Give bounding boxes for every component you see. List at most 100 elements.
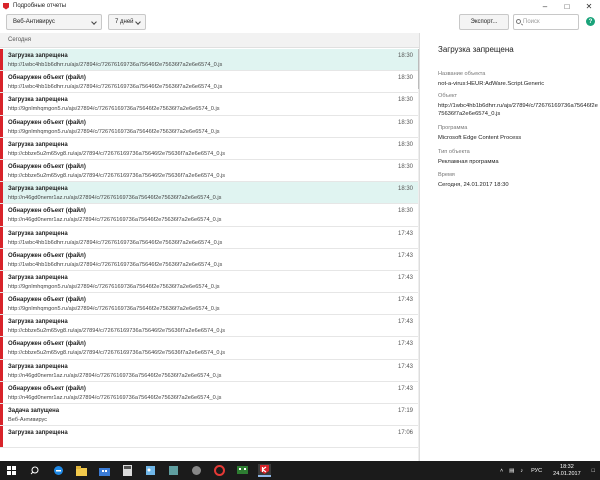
- event-title: Загрузка запрещена: [8, 186, 68, 193]
- event-row[interactable]: Обнаружен объект (файл) http://n46gd0nemr…: [0, 204, 419, 227]
- kaspersky-icon[interactable]: [258, 464, 271, 477]
- detail-field-object-name: Название объекта not-a-virus:HEUR:AdWare…: [438, 71, 598, 88]
- search-input[interactable]: Поиск: [513, 14, 579, 30]
- event-time: 18:30: [397, 208, 413, 215]
- event-title: Загрузка запрещена: [8, 319, 68, 326]
- severity-indicator: [0, 137, 3, 159]
- event-time: 18:30: [397, 163, 413, 170]
- store-icon[interactable]: [98, 464, 111, 477]
- event-title: Обнаружен объект (файл): [8, 252, 86, 259]
- search-icon[interactable]: [28, 464, 41, 477]
- event-time: 17:43: [397, 230, 413, 237]
- event-detail: http://1wbc4hb1b6dhrr.ru/ajs/27894/c/726…: [8, 62, 223, 68]
- event-row[interactable]: Обнаружен объект (файл) http://1wbc4hb1b6…: [0, 71, 419, 94]
- windows-start-icon[interactable]: [7, 466, 16, 475]
- maximize-button[interactable]: □: [556, 0, 578, 12]
- event-time: 18:30: [397, 119, 413, 126]
- opera-icon[interactable]: [213, 464, 226, 477]
- title-bar: Подробные отчеты – □ ✕: [0, 0, 600, 12]
- scrollbar-thumb[interactable]: [418, 49, 419, 89]
- event-detail: Веб-Антивирус: [8, 417, 48, 423]
- event-detail: http://cbbze5u2m65vg8.ru/ajs/27894/c/726…: [8, 350, 226, 357]
- tray-chevron-icon[interactable]: ˄: [500, 468, 503, 474]
- close-button[interactable]: ✕: [578, 0, 600, 12]
- event-row[interactable]: Загрузка запрещена http://cbbze5u2m65vg8.…: [0, 315, 419, 338]
- event-row[interactable]: Загрузка запрещена http://1wbc4hb1b6dhrr.…: [0, 49, 419, 72]
- edge-icon[interactable]: [52, 464, 65, 477]
- event-row[interactable]: Загрузка запрещена http://1wbc4hb1b6dhrr.…: [0, 226, 419, 249]
- event-title: Обнаружен объект (файл): [8, 75, 86, 82]
- tool-icon[interactable]: [190, 464, 203, 477]
- event-time: 17:06: [397, 430, 413, 437]
- event-row[interactable]: Обнаружен объект (файл) http://1wbc4hb1b6…: [0, 248, 419, 271]
- severity-indicator: [0, 359, 3, 381]
- severity-indicator: [0, 159, 3, 182]
- event-row[interactable]: Загрузка запрещена http://cbbze5u2m65vg8.…: [0, 137, 419, 160]
- field-value: Microsoft Edge Content Process: [438, 135, 522, 141]
- field-label: Название объекта: [438, 71, 486, 77]
- event-title: Обнаружен объект (файл): [8, 119, 86, 126]
- explorer-icon[interactable]: [75, 464, 88, 477]
- event-row[interactable]: Обнаружен объект (файл) http://cbbze5u2m6…: [0, 159, 419, 183]
- event-title: Обнаружен объект (файл): [8, 297, 86, 304]
- event-row[interactable]: Загрузка запрещена http://n46gd0nemr1az.r…: [0, 182, 419, 205]
- event-time: 18:30: [397, 53, 413, 59]
- severity-indicator: [0, 270, 3, 293]
- event-detail: http://cbbze5u2m65vg8.ru/ajs/27894/c/726…: [8, 150, 226, 157]
- field-label: Программа: [438, 125, 468, 131]
- monitor-app-icon[interactable]: [236, 464, 249, 477]
- calculator-icon[interactable]: [121, 464, 134, 477]
- field-label: Время: [438, 172, 455, 178]
- severity-indicator: [0, 248, 3, 270]
- event-time: 17:43: [397, 385, 413, 392]
- event-time: 17:19: [397, 408, 413, 414]
- language-indicator[interactable]: РУС: [531, 468, 542, 474]
- event-title: Задача запущена: [8, 408, 60, 414]
- component-filter-dropdown[interactable]: Веб-Антивирус: [6, 14, 102, 30]
- event-row[interactable]: Загрузка запрещена http://9gnlmhqmgon5.ru…: [0, 93, 419, 116]
- event-title: Загрузка запрещена: [8, 230, 68, 237]
- scrollbar[interactable]: [418, 49, 419, 461]
- period-filter-dropdown[interactable]: 7 дней: [108, 14, 146, 30]
- event-time: 18:30: [397, 75, 413, 82]
- event-title: Обнаружен объект (файл): [8, 341, 86, 348]
- paint-icon[interactable]: [144, 464, 157, 477]
- event-time: 17:43: [397, 363, 413, 370]
- event-title: Обнаружен объект (файл): [8, 163, 86, 170]
- event-row[interactable]: Загрузка запрещена 17:06: [0, 426, 419, 449]
- clock[interactable]: 18:32 24.01.2017: [553, 464, 581, 478]
- event-time: 17:43: [397, 341, 413, 348]
- event-row[interactable]: Обнаружен объект (файл) http://n46gd0nemr…: [0, 381, 419, 404]
- event-detail: http://n46gd0nemr1az.ru/ajs/27894/c/7267…: [8, 394, 222, 401]
- event-row[interactable]: Обнаружен объект (файл) http://9gnlmhqmgo…: [0, 115, 419, 138]
- notifications-icon[interactable]: □: [592, 468, 595, 474]
- event-detail: http://cbbze5u2m65vg8.ru/ajs/27894/c/726…: [8, 328, 226, 335]
- event-row[interactable]: Загрузка запрещена http://9gnlmhqmgon5.ru…: [0, 270, 419, 294]
- detail-heading: Загрузка запрещена: [438, 45, 514, 54]
- detail-field-program: Программа Microsoft Edge Content Process: [438, 125, 598, 142]
- event-title: Обнаружен объект (файл): [8, 208, 86, 215]
- network-icon[interactable]: ▤: [509, 468, 514, 474]
- detail-field-object: Объект http://1wbc4hb1b6dhrr.ru/ajs/2789…: [438, 93, 598, 118]
- event-row[interactable]: Задача запущена Веб-Антивирус 17:19: [0, 404, 419, 427]
- event-time: 17:43: [397, 297, 413, 304]
- system-tray: ˄ ▤ ♪ РУС 18:32 24.01.2017 □: [497, 461, 600, 480]
- severity-indicator: [0, 426, 3, 448]
- volume-icon[interactable]: ♪: [520, 468, 523, 474]
- event-row[interactable]: Обнаружен объект (файл) http://9gnlmhqmgo…: [0, 293, 419, 316]
- component-filter-value: Веб-Антивирус: [13, 19, 55, 25]
- event-detail: http://1wbc4hb1b6dhrr.ru/ajs/27894/c/726…: [8, 239, 223, 246]
- event-detail: http://9gnlmhqmgon5.ru/ajs/27894/c/72676…: [8, 283, 220, 290]
- event-row[interactable]: Загрузка запрещена http://n46gd0nemr1az.r…: [0, 359, 419, 382]
- event-time: 18:30: [397, 141, 413, 148]
- minimize-button[interactable]: –: [534, 0, 556, 12]
- event-row[interactable]: Обнаружен объект (файл) http://cbbze5u2m6…: [0, 337, 419, 360]
- field-value: not-a-virus:HEUR:AdWare.Script.Generic: [438, 81, 545, 87]
- help-icon[interactable]: ?: [586, 17, 595, 26]
- period-filter-value: 7 дней: [115, 19, 134, 25]
- severity-indicator: [0, 182, 3, 204]
- chevron-down-icon: [91, 19, 97, 25]
- export-button[interactable]: Экспорт...: [459, 14, 509, 30]
- media-player-icon[interactable]: [167, 464, 180, 477]
- field-value: http://1wbc4hb1b6dhrr.ru/ajs/27894/c/726…: [438, 103, 598, 117]
